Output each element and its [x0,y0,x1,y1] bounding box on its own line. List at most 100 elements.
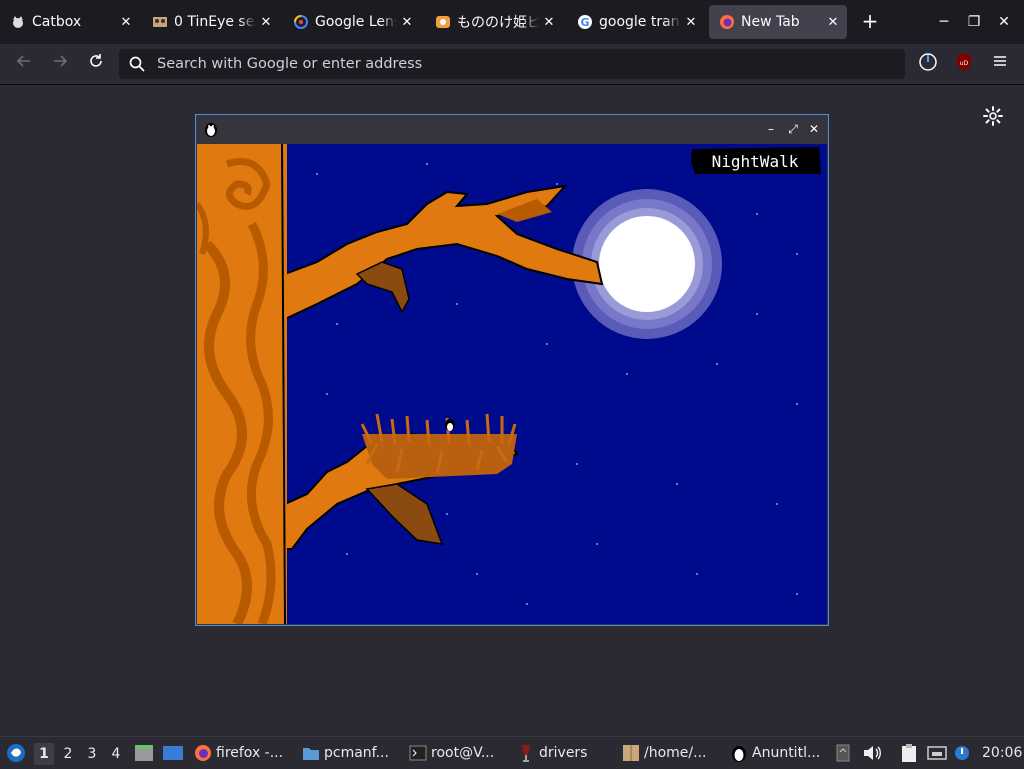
tineye-icon [152,14,168,30]
catbox-icon [10,14,26,30]
tab-title: Catbox [32,14,82,30]
taskbar-item-home[interactable]: /home/... [622,737,706,769]
taskbar-item-pcmanfm[interactable]: pcmanf... [302,737,389,769]
tab-new-tab[interactable]: New Tab ✕ [709,5,847,39]
title-sign-text: NightWalk [712,152,799,171]
arrow-left-icon [16,55,30,67]
archive-icon [622,744,640,762]
start-menu-button[interactable] [6,737,26,769]
clock[interactable]: 20:06 [982,737,1022,769]
penguin-icon [205,123,217,137]
taskbar-item-drivers[interactable]: drivers [517,737,587,769]
tab-catbox[interactable]: Catbox ✕ [0,5,140,39]
close-icon[interactable]: ✕ [116,15,136,30]
close-icon[interactable]: ✕ [681,15,701,30]
title-sign: NightWalk [691,147,821,174]
taskbar-item-terminal[interactable]: root@V... [409,737,494,769]
taskbar-item-label: Anuntitl... [752,745,821,761]
firefox-icon [719,14,735,30]
arrow-right-icon [54,55,68,67]
tab-mononoke[interactable]: もののけ姫ピ ✕ [425,5,563,39]
penguin-icon [730,744,748,762]
gear-icon[interactable] [982,105,1004,127]
show-desktop-button[interactable] [162,737,184,769]
network-icon [927,746,947,760]
workspace-3[interactable]: 3 [82,743,102,765]
network-button[interactable] [927,737,947,769]
tab-google-lens[interactable]: Google Lens ✕ [283,5,421,39]
tab-title: New Tab [741,14,800,30]
file-manager-launcher[interactable] [134,737,154,769]
forward-button[interactable] [48,52,72,76]
folder-icon [302,744,320,762]
volume-button[interactable] [862,737,882,769]
desktop-icon [163,746,183,760]
svg-text:uD: uD [960,60,969,67]
tab-title: 0 TinEye search [174,14,256,30]
tab-google-translate[interactable]: G google translate ✕ [567,5,705,39]
ublock-button[interactable]: uD [952,52,976,76]
terminal-icon [409,744,427,762]
taskbar: 1 2 3 4 firefox -... pcmanf... root@V...… [0,736,1024,769]
tab-title: もののけ姫ピ [457,15,539,31]
google-lens-icon [293,14,309,30]
search-icon [129,56,147,72]
penguin-sprite [445,419,455,431]
file-cabinet-icon [135,745,153,761]
game-window: – ⤢ ✕ NightWalk [195,114,829,626]
scroll-indicator-icon [836,744,850,762]
window-close-button[interactable]: ✕ [994,12,1014,32]
workspace-1[interactable]: 1 [34,743,54,765]
update-notifier-button[interactable] [953,737,971,769]
info-icon [955,746,969,760]
firefox-icon [194,744,212,762]
timer-icon [919,53,937,71]
close-icon[interactable]: ✕ [397,15,417,30]
close-icon[interactable]: ✕ [256,15,276,30]
back-button[interactable] [12,52,36,76]
tab-title: google translate [599,14,681,30]
taskbar-item-game[interactable]: Anuntitl... [730,737,820,769]
game-title-bar[interactable]: – ⤢ ✕ [196,115,828,143]
close-icon[interactable]: ✕ [823,15,843,30]
svg-text:G: G [580,16,589,29]
workspace-4[interactable]: 4 [106,743,126,765]
workspace-2[interactable]: 2 [58,743,78,765]
close-icon[interactable]: ✕ [539,15,559,30]
taskbar-item-label: root@V... [431,745,495,761]
taskbar-item-label: firefox -... [216,745,284,761]
ublock-icon: uD [957,53,971,71]
wine-icon [517,744,535,762]
tab-bar: Catbox ✕ 0 TinEye search ✕ Google Lens ✕… [0,0,1024,44]
new-tab-button[interactable]: + [858,10,882,34]
reload-icon [90,54,102,67]
game-minimize-button[interactable]: – [763,121,779,137]
night-scene: NightWalk [197,144,827,624]
start-menu-icon [7,744,25,762]
clipboard-icon [902,744,916,762]
taskbar-item-label: drivers [539,745,588,761]
taskbar-item-firefox[interactable]: firefox -... [194,737,283,769]
volume-icon [864,746,881,760]
page-icon [435,14,451,30]
window-restore-button[interactable]: ❐ [964,12,984,32]
menu-button[interactable] [988,52,1012,76]
extension-button[interactable] [916,52,940,76]
tab-title: Google Lens [315,14,397,30]
tab-tineye[interactable]: 0 TinEye search ✕ [142,5,280,39]
tree-trunk [197,144,287,624]
taskbar-item-label: /home/... [644,745,707,761]
game-maximize-button[interactable]: ⤢ [785,121,801,137]
game-close-button[interactable]: ✕ [806,121,822,137]
hamburger-icon [994,56,1006,66]
url-bar[interactable] [119,49,905,79]
address-input[interactable] [155,55,859,73]
game-canvas[interactable]: NightWalk [197,144,827,624]
nav-bar: uD [0,44,1024,85]
taskbar-item-label: pcmanf... [324,745,389,761]
tray-clipboard-button[interactable] [836,737,850,769]
reload-button[interactable] [84,52,108,76]
clipboard-button[interactable] [900,737,918,769]
google-icon: G [577,14,593,30]
window-minimize-button[interactable]: ─ [934,12,954,32]
